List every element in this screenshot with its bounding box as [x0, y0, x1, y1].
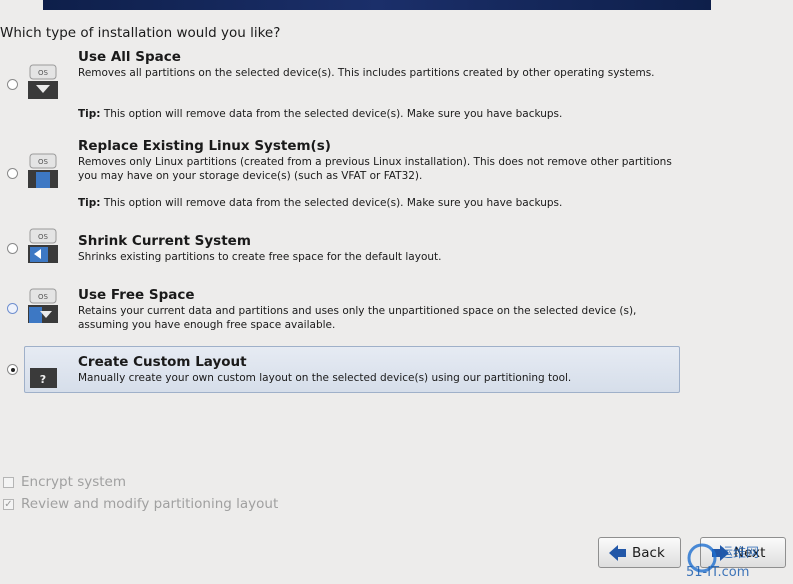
- os-label: OS: [38, 69, 49, 77]
- encrypt-system-label: Encrypt system: [21, 474, 127, 490]
- option-title: Shrink Current System: [78, 233, 251, 249]
- page-question: Which type of installation would you lik…: [0, 25, 281, 41]
- back-label: Back: [632, 544, 665, 561]
- question-mark: ?: [40, 373, 46, 386]
- site-watermark-logo: 运维网 51-IT.com: [686, 543, 759, 580]
- option-description: Removes only Linux partitions (created f…: [78, 156, 672, 182]
- os-label: OS: [38, 158, 49, 166]
- option-tip: Tip: This option will remove data from t…: [78, 197, 562, 209]
- radio-use-all-space[interactable]: [7, 79, 18, 90]
- tip-label: Tip:: [78, 108, 101, 120]
- option-description: Retains your current data and partitions…: [78, 305, 637, 331]
- option-tip: Tip: This option will remove data from t…: [78, 108, 562, 120]
- back-button[interactable]: Back: [598, 537, 681, 568]
- replace-linux-icon: OS: [28, 153, 58, 188]
- radio-shrink-current[interactable]: [7, 243, 18, 254]
- use-all-space-icon: OS: [28, 64, 58, 99]
- header-banner: [43, 0, 711, 10]
- option-description: Removes all partitions on the selected d…: [78, 67, 655, 79]
- os-label: OS: [38, 233, 49, 241]
- review-layout-checkbox[interactable]: ✓: [3, 499, 14, 510]
- os-label: OS: [38, 293, 49, 301]
- radio-create-custom[interactable]: [7, 364, 18, 375]
- option-title: Replace Existing Linux System(s): [78, 138, 331, 154]
- watermark-line2: 51-IT.com: [686, 565, 749, 580]
- radio-use-free-space[interactable]: [7, 303, 18, 314]
- custom-layout-icon: ?: [30, 368, 57, 388]
- radio-replace-existing[interactable]: [7, 168, 18, 179]
- option-description: Shrinks existing partitions to create fr…: [78, 251, 442, 263]
- shrink-system-icon: OS: [28, 228, 58, 263]
- option-description: Manually create your own custom layout o…: [78, 372, 572, 384]
- tip-label: Tip:: [78, 197, 101, 209]
- tip-text: This option will remove data from the se…: [100, 197, 563, 209]
- tip-text: This option will remove data from the se…: [100, 108, 563, 120]
- use-free-space-icon: OS: [28, 288, 58, 323]
- review-layout-label: Review and modify partitioning layout: [21, 496, 279, 512]
- back-arrow-icon: [609, 544, 626, 561]
- watermark-line1: 运维网: [720, 546, 759, 561]
- option-title: Create Custom Layout: [78, 354, 247, 370]
- option-title: Use Free Space: [78, 287, 195, 303]
- encrypt-system-checkbox[interactable]: [3, 477, 14, 488]
- option-title: Use All Space: [78, 49, 181, 65]
